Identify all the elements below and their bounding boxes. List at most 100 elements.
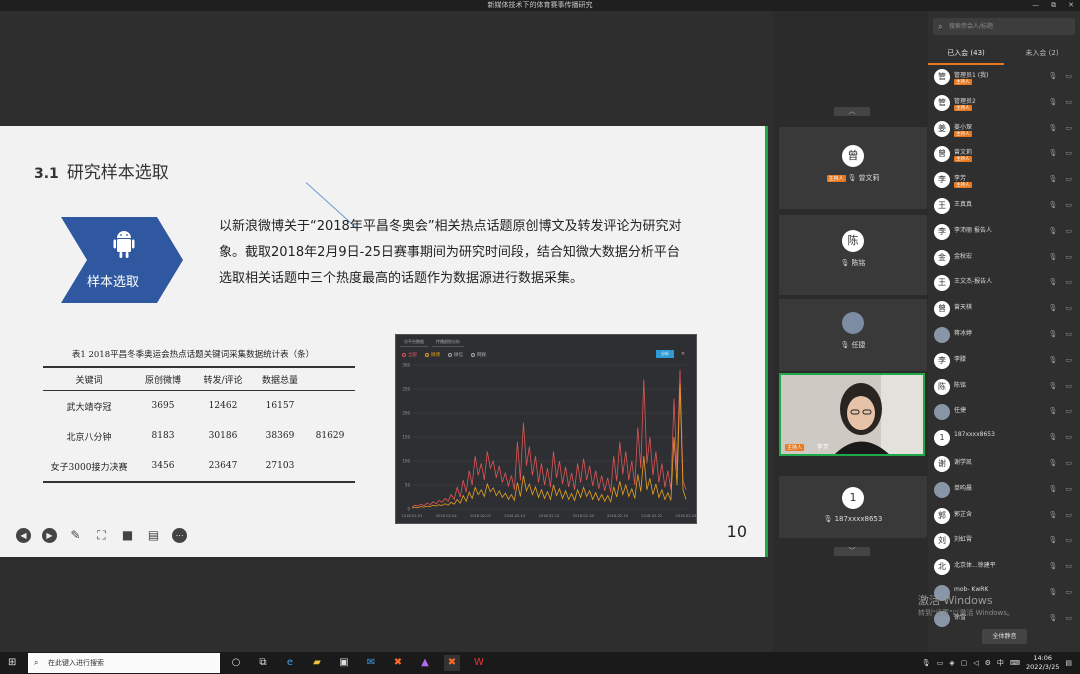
meeting-app-icon[interactable]: ✖ xyxy=(390,655,406,671)
mic-off-icon[interactable]: 🎙 xyxy=(1048,511,1057,519)
network-icon[interactable]: ▭ xyxy=(937,659,944,667)
participant-row[interactable]: 管管理员1 (我) 主持人 🎙 ▭ xyxy=(928,66,1080,92)
edge-browser-icon[interactable]: e xyxy=(282,655,298,671)
display-icon[interactable]: ▢ xyxy=(961,659,968,667)
chat-icon[interactable]: ▤ xyxy=(146,528,161,543)
photos-icon[interactable]: ▲ xyxy=(417,655,433,671)
task-view-icon[interactable]: ○ xyxy=(228,655,244,671)
camera-off-icon[interactable]: ▭ xyxy=(1065,433,1072,441)
mic-off-icon[interactable]: 🎙 xyxy=(1048,588,1057,596)
mic-off-icon[interactable]: 🎙 xyxy=(1048,382,1057,390)
camera-icon[interactable]: ■ xyxy=(120,528,135,543)
ime-indicator[interactable]: 中 xyxy=(997,658,1004,668)
camera-off-icon[interactable]: ▭ xyxy=(1065,614,1072,622)
participant-row[interactable]: 1 187xxxx8653 🎙 ▭ xyxy=(928,427,1080,453)
mic-off-icon[interactable]: 🎙 xyxy=(1048,72,1057,80)
tab-joined[interactable]: 已入会 (43) xyxy=(928,45,1004,65)
participant-row[interactable]: 郭郭芷含 🎙 ▭ xyxy=(928,505,1080,531)
camera-off-icon[interactable]: ▭ xyxy=(1065,98,1072,106)
pen-icon[interactable]: ✎ xyxy=(68,528,83,543)
video-tile[interactable]: 陈 🎙 陈铭 xyxy=(779,215,927,295)
prev-icon[interactable]: ◀ xyxy=(16,528,31,543)
meeting-app-active-icon[interactable]: ✖ xyxy=(444,655,460,671)
participant-row[interactable]: 李李沛丽 报告人 🎙 ▭ xyxy=(928,221,1080,247)
mail-icon[interactable]: ✉ xyxy=(363,655,379,671)
taskbar-clock[interactable]: 14:06 2022/3/25 xyxy=(1026,654,1059,672)
wps-icon[interactable]: W xyxy=(471,655,487,671)
mic-off-icon[interactable]: 🎙 xyxy=(1048,562,1057,570)
camera-off-icon[interactable]: ▭ xyxy=(1065,124,1072,132)
keyboard-icon[interactable]: ⌨ xyxy=(1010,659,1020,667)
video-tile[interactable]: 1 🎙 187xxxx8653 xyxy=(779,476,927,538)
mic-off-icon[interactable]: 🎙 xyxy=(1048,124,1057,132)
participant-row[interactable]: 谢谢学凯 🎙 ▭ xyxy=(928,453,1080,479)
camera-off-icon[interactable]: ▭ xyxy=(1065,278,1072,286)
mic-icon[interactable]: 🎙 xyxy=(922,659,931,667)
tab-not-joined[interactable]: 未入会 (2) xyxy=(1004,45,1080,65)
video-tile[interactable]: 🎙 任捷 xyxy=(779,299,927,371)
mic-off-icon[interactable]: 🎙 xyxy=(1048,278,1057,286)
security-icon[interactable]: ◈ xyxy=(949,659,954,667)
mic-off-icon[interactable]: 🎙 xyxy=(1048,304,1057,312)
mic-off-icon[interactable]: 🎙 xyxy=(1048,356,1057,364)
scroll-down-icon[interactable]: ﹀ xyxy=(834,547,870,556)
participant-row[interactable]: 刘刘虹霄 🎙 ▭ xyxy=(928,530,1080,556)
camera-off-icon[interactable]: ▭ xyxy=(1065,356,1072,364)
mic-off-icon[interactable]: 🎙 xyxy=(1048,149,1057,157)
participant-row[interactable]: 陈陈铭 🎙 ▭ xyxy=(928,376,1080,402)
mic-off-icon[interactable]: 🎙 xyxy=(1048,407,1057,415)
scroll-up-icon[interactable]: ︿ xyxy=(834,107,870,116)
mic-off-icon[interactable]: 🎙 xyxy=(1048,98,1057,106)
participant-row[interactable]: 管管理员2 主持人 🎙 ▭ xyxy=(928,92,1080,118)
active-speaker-video[interactable]: 主持人 🎙 李芳 xyxy=(779,373,925,456)
camera-off-icon[interactable]: ▭ xyxy=(1065,562,1072,570)
multitask-icon[interactable]: ⧉ xyxy=(255,655,271,671)
participant-row[interactable]: 任捷 🎙 ▭ xyxy=(928,401,1080,427)
taskbar-search-input[interactable]: ⌕ 在此键入进行搜索 xyxy=(28,653,220,673)
mic-off-icon[interactable]: 🎙 xyxy=(1048,459,1057,467)
camera-off-icon[interactable]: ▭ xyxy=(1065,511,1072,519)
participant-row[interactable]: 曾曾天棋 🎙 ▭ xyxy=(928,298,1080,324)
camera-off-icon[interactable]: ▭ xyxy=(1065,253,1072,261)
camera-off-icon[interactable]: ▭ xyxy=(1065,175,1072,183)
participant-row[interactable]: 曾曾文莉 主持人 🎙 ▭ xyxy=(928,143,1080,169)
mic-off-icon[interactable]: 🎙 xyxy=(1048,433,1057,441)
camera-off-icon[interactable]: ▭ xyxy=(1065,407,1072,415)
volume-icon[interactable]: ◁ xyxy=(973,659,978,667)
file-explorer-icon[interactable]: ▰ xyxy=(309,655,325,671)
mute-all-button[interactable]: 全体静音 xyxy=(982,629,1027,644)
mic-off-icon[interactable]: 🎙 xyxy=(1048,227,1057,235)
participant-row[interactable]: 单昀晨 🎙 ▭ xyxy=(928,479,1080,505)
participant-row[interactable]: 王王真真 🎙 ▭ xyxy=(928,195,1080,221)
camera-off-icon[interactable]: ▭ xyxy=(1065,536,1072,544)
mic-off-icon[interactable]: 🎙 xyxy=(1048,175,1057,183)
mic-off-icon[interactable]: 🎙 xyxy=(1048,330,1057,338)
screenshot-icon[interactable]: ⛶ xyxy=(94,528,109,543)
camera-off-icon[interactable]: ▭ xyxy=(1065,149,1072,157)
settings-icon[interactable]: ⚙ xyxy=(985,659,991,667)
video-tile[interactable]: 曾 主持人 🎙 曾文莉 xyxy=(779,127,927,209)
participant-row[interactable]: 北北京体...徐建平 🎙 ▭ xyxy=(928,556,1080,582)
mic-off-icon[interactable]: 🎙 xyxy=(1048,253,1057,261)
next-icon[interactable]: ▶ xyxy=(42,528,57,543)
participant-row[interactable]: 李李芳 主持人 🎙 ▭ xyxy=(928,169,1080,195)
more-icon[interactable]: ⋯ xyxy=(172,528,187,543)
participant-search-input[interactable]: ⌕ 搜索参会人/标题 xyxy=(933,18,1075,35)
camera-off-icon[interactable]: ▭ xyxy=(1065,588,1072,596)
mic-off-icon[interactable]: 🎙 xyxy=(1048,201,1057,209)
minimize-button[interactable]: — xyxy=(1032,0,1039,11)
camera-off-icon[interactable]: ▭ xyxy=(1065,227,1072,235)
participant-row[interactable]: 姜姜小琛 主持人 🎙 ▭ xyxy=(928,118,1080,144)
participant-row[interactable]: 李李滕 🎙 ▭ xyxy=(928,350,1080,376)
camera-off-icon[interactable]: ▭ xyxy=(1065,304,1072,312)
participant-row[interactable]: 金金秋宏 🎙 ▭ xyxy=(928,247,1080,273)
mic-off-icon[interactable]: 🎙 xyxy=(1048,536,1057,544)
participant-row[interactable]: 王王文杰-报告人 🎙 ▭ xyxy=(928,272,1080,298)
windows-start-icon[interactable]: ⊞ xyxy=(8,657,16,668)
participant-row[interactable]: 蒋冰婷 🎙 ▭ xyxy=(928,324,1080,350)
mic-off-icon[interactable]: 🎙 xyxy=(1048,485,1057,493)
camera-off-icon[interactable]: ▭ xyxy=(1065,459,1072,467)
camera-off-icon[interactable]: ▭ xyxy=(1065,330,1072,338)
camera-off-icon[interactable]: ▭ xyxy=(1065,485,1072,493)
close-button[interactable]: ✕ xyxy=(1068,0,1074,11)
